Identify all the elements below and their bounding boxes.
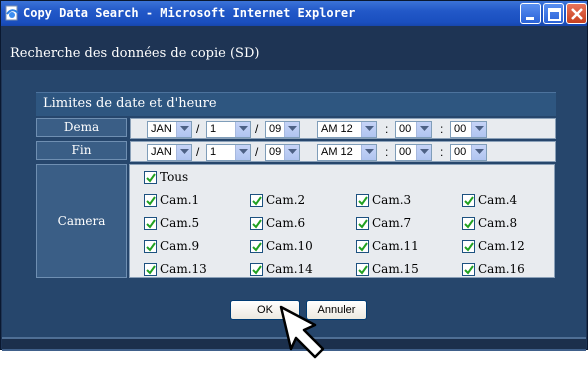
- panel-header: Limites de date et d'heure: [36, 92, 556, 116]
- end-day-select[interactable]: 1: [206, 144, 251, 161]
- chevron-down-icon: [235, 122, 250, 137]
- page-header: Recherche des données de copie (SD): [2, 26, 586, 70]
- time-separator: :: [385, 145, 389, 159]
- start-day-select[interactable]: 1: [206, 121, 251, 138]
- chevron-down-icon: [471, 145, 486, 160]
- checkbox-checked-icon: [462, 217, 475, 230]
- panel-title: Limites de date et d'heure: [43, 96, 217, 111]
- start-hour-select[interactable]: AM 12: [317, 121, 377, 138]
- checkbox-checked-icon: [250, 217, 263, 230]
- end-month-select[interactable]: JAN: [147, 144, 192, 161]
- date-separator: /: [255, 145, 259, 159]
- start-minute-select[interactable]: 00: [395, 121, 432, 138]
- date-separator: /: [196, 122, 200, 136]
- chevron-down-icon: [284, 122, 299, 137]
- checkbox-checked-icon: [144, 263, 157, 276]
- end-year-select[interactable]: 09: [265, 144, 300, 161]
- checkbox-checked-icon: [462, 240, 475, 253]
- start-label: Dema: [36, 118, 127, 137]
- checkbox-checked-icon: [356, 217, 369, 230]
- end-fields: JAN / 1 / 09 AM 12 : 00 : 00: [130, 141, 556, 162]
- close-button[interactable]: [566, 3, 587, 24]
- checkbox-checked-icon: [356, 194, 369, 207]
- chevron-down-icon: [176, 122, 191, 137]
- date-separator: /: [196, 145, 200, 159]
- end-minute-select[interactable]: 00: [395, 144, 432, 161]
- minimize-button[interactable]: [520, 3, 541, 24]
- page-title: Recherche des données de copie (SD): [10, 46, 260, 61]
- checkbox-checked-icon: [144, 171, 157, 184]
- date-separator: /: [255, 122, 259, 136]
- camera-label: Camera: [36, 164, 127, 278]
- chevron-down-icon: [416, 122, 431, 137]
- chevron-down-icon: [361, 145, 376, 160]
- time-separator: :: [440, 145, 444, 159]
- checkbox-checked-icon: [144, 194, 157, 207]
- browser-window: Copy Data Search - Microsoft Internet Ex…: [0, 0, 588, 351]
- chevron-down-icon: [471, 122, 486, 137]
- chevron-down-icon: [361, 122, 376, 137]
- ie-page-icon: [4, 5, 20, 21]
- time-separator: :: [440, 122, 444, 136]
- maximize-button[interactable]: [543, 3, 564, 24]
- end-label: Fin: [36, 141, 127, 160]
- start-year-select[interactable]: 09: [265, 121, 300, 138]
- checkbox-checked-icon: [356, 263, 369, 276]
- end-hour-select[interactable]: AM 12: [317, 144, 377, 161]
- window-title: Copy Data Search - Microsoft Internet Ex…: [23, 6, 356, 20]
- start-fields: JAN / 1 / 09 AM 12 : 00 : 00: [130, 118, 556, 139]
- checkbox-checked-icon: [462, 194, 475, 207]
- start-second-select[interactable]: 00: [450, 121, 487, 138]
- chevron-down-icon: [416, 145, 431, 160]
- checkbox-checked-icon: [356, 240, 369, 253]
- checkbox-checked-icon: [250, 263, 263, 276]
- minimize-icon: [526, 17, 534, 20]
- title-bar: Copy Data Search - Microsoft Internet Ex…: [1, 1, 587, 26]
- chevron-down-icon: [284, 145, 299, 160]
- chevron-down-icon: [235, 145, 250, 160]
- time-separator: :: [385, 122, 389, 136]
- start-month-select[interactable]: JAN: [147, 121, 192, 138]
- maximize-icon: [548, 8, 561, 21]
- chevron-down-icon: [176, 145, 191, 160]
- checkbox-checked-icon: [144, 217, 157, 230]
- close-icon: [571, 8, 583, 20]
- mouse-pointer-icon: [279, 305, 325, 359]
- checkbox-checked-icon: [144, 240, 157, 253]
- end-second-select[interactable]: 00: [450, 144, 487, 161]
- camera-checkbox-grid: Tous Cam.1 Cam.2 Cam.3 Cam.4 Cam.5 Cam.6 Cam.7…: [129, 164, 555, 278]
- checkbox-checked-icon: [250, 240, 263, 253]
- checkbox-checked-icon: [250, 194, 263, 207]
- checkbox-checked-icon: [462, 263, 475, 276]
